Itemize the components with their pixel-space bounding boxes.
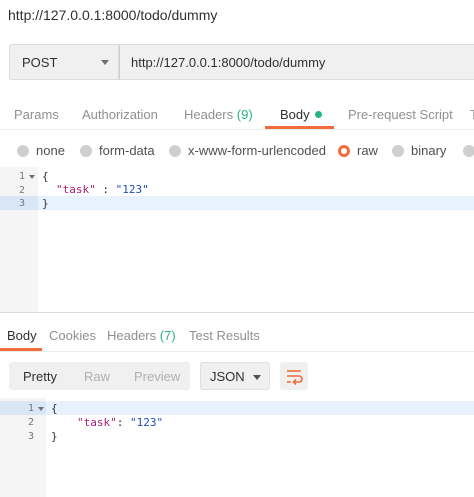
json-value: "123" [130, 416, 164, 429]
code-line: "task" : "123" [56, 183, 149, 196]
line-number: 1 [28, 403, 35, 414]
tab-headers[interactable]: Headers (9) [184, 107, 253, 122]
json-key: "task" [77, 416, 117, 429]
url-value: http://127.0.0.1:8000/todo/dummy [131, 55, 326, 70]
response-tab-test-results[interactable]: Test Results [189, 328, 260, 343]
tab-params[interactable]: Params [14, 107, 59, 122]
url-input[interactable]: http://127.0.0.1:8000/todo/dummy [119, 44, 474, 80]
tab-tests[interactable]: T [470, 107, 474, 122]
radio-urlencoded[interactable]: x-www-form-urlencoded [169, 143, 326, 158]
format-label: JSON [210, 369, 245, 384]
request-title: http://127.0.0.1:8000/todo/dummy [8, 7, 218, 23]
radio-circle-icon [463, 145, 474, 157]
response-active-line-highlight [0, 401, 474, 415]
radio-none-label: none [36, 143, 65, 158]
response-tabs-divider [0, 351, 474, 352]
json-key: "task" [56, 183, 96, 196]
response-tab-headers-label: Headers [107, 328, 157, 343]
response-code-line: { [51, 402, 58, 415]
format-select[interactable]: JSON [200, 362, 270, 390]
response-tab-body[interactable]: Body [7, 328, 37, 343]
radio-raw-label: raw [357, 143, 378, 158]
code-line: } [42, 197, 49, 210]
radio-circle-icon [169, 145, 181, 157]
status-dot-icon [314, 111, 322, 118]
radio-selected-icon [338, 145, 350, 157]
wrap-lines-button[interactable] [280, 362, 308, 390]
tab-body-label: Body [280, 107, 310, 122]
radio-circle-icon [80, 145, 92, 157]
radio-none[interactable]: none [17, 143, 65, 158]
line-number: 3 [19, 198, 26, 209]
radio-binary-label: binary [411, 143, 447, 158]
pane-divider[interactable] [0, 312, 474, 313]
method-label: POST [22, 55, 58, 70]
radio-form-data[interactable]: form-data [80, 143, 155, 158]
tab-headers-label: Headers [184, 107, 234, 122]
fold-arrow-icon[interactable] [29, 175, 35, 179]
response-tab-cookies[interactable]: Cookies [49, 328, 96, 343]
radio-graphql[interactable] [463, 143, 474, 158]
radio-circle-icon [17, 145, 29, 157]
json-value: "123" [115, 183, 149, 196]
fold-arrow-icon[interactable] [38, 407, 44, 411]
tab-headers-count: (9) [236, 107, 253, 122]
json-separator: : [95, 183, 116, 196]
json-separator: : [116, 416, 130, 429]
response-code-line: } [51, 430, 58, 443]
code-line: { [42, 170, 49, 183]
view-pretty-button[interactable]: Pretty [23, 369, 57, 384]
tabs-divider [0, 129, 474, 130]
chevron-down-icon [101, 60, 109, 65]
response-tab-headers-count: (7) [159, 328, 176, 343]
radio-circle-icon [392, 145, 404, 157]
wrap-lines-icon [287, 370, 303, 386]
tab-authorization[interactable]: Authorization [82, 107, 158, 122]
active-line-highlight [0, 196, 474, 210]
tab-prerequest-script[interactable]: Pre-request Script [348, 107, 453, 122]
view-preview-button[interactable]: Preview [134, 369, 180, 384]
response-tab-headers[interactable]: Headers (7) [107, 328, 176, 343]
line-number: 2 [19, 185, 26, 196]
line-number: 2 [28, 417, 35, 428]
line-number: 3 [28, 431, 35, 442]
radio-urlencoded-label: x-www-form-urlencoded [188, 143, 326, 158]
radio-binary[interactable]: binary [392, 143, 446, 158]
view-raw-button[interactable]: Raw [84, 369, 110, 384]
radio-form-data-label: form-data [99, 143, 155, 158]
response-code-line: "task": "123" [77, 416, 163, 429]
chevron-down-icon [253, 375, 261, 380]
radio-raw[interactable]: raw [338, 143, 378, 158]
line-number: 1 [19, 171, 26, 182]
method-select[interactable]: POST [9, 44, 119, 80]
tab-body[interactable]: Body [280, 107, 322, 122]
